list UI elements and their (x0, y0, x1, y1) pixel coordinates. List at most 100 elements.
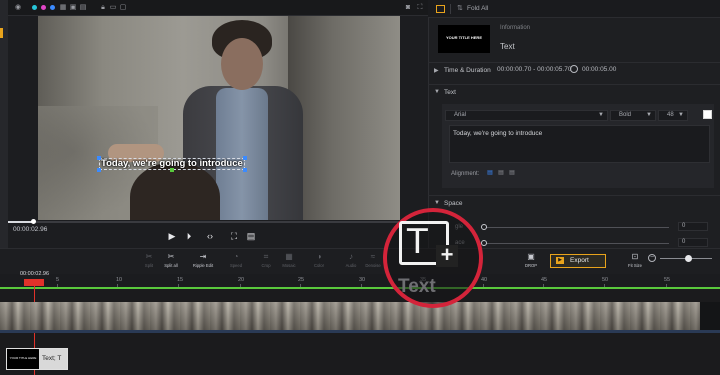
work-area-bar[interactable] (0, 287, 720, 289)
scissors-icon: ✂ (167, 252, 175, 261)
section-space[interactable]: ▼ Space (428, 195, 720, 209)
ruler-label: 40 (481, 277, 488, 283)
cyan-dot-icon[interactable] (32, 5, 37, 10)
ratio-icon[interactable]: ▭ (109, 4, 117, 12)
magenta-dot-icon[interactable] (41, 5, 46, 10)
play-icon[interactable]: ▶ (166, 231, 178, 242)
angle-slider[interactable] (484, 227, 669, 228)
background-window (288, 16, 400, 220)
preview-scrubber[interactable] (8, 221, 428, 223)
scrubber-knob[interactable] (31, 219, 36, 224)
space-slider[interactable] (484, 243, 669, 244)
weight-select[interactable]: Bold ▼ (610, 110, 656, 121)
weight-value: Bold (619, 112, 632, 118)
resize-handle[interactable] (97, 168, 101, 172)
video-frame[interactable] (38, 16, 400, 220)
drop-icon: ▣ (527, 252, 535, 261)
presenter-head (221, 38, 263, 90)
split-all-button[interactable]: ✂ Split all (160, 252, 182, 268)
space-input[interactable]: 0 (678, 238, 708, 247)
panel-toggle-icon[interactable] (436, 5, 445, 13)
audio-track[interactable] (0, 330, 720, 333)
angle-slider-knob[interactable] (481, 224, 487, 230)
font-color-swatch[interactable] (703, 110, 712, 119)
time-range: 00:00:00.70 - 00:00:05.70 (497, 66, 572, 73)
alignment-label: Alignment: (451, 171, 480, 177)
fit-icon[interactable]: ▢ (119, 4, 127, 12)
ruler-label: 30 (359, 277, 366, 283)
blue-dot-icon[interactable] (50, 5, 55, 10)
text-clip-thumbnail-text: YOUR TITLE HERE (9, 356, 37, 360)
mosaic-button[interactable]: ▦ Mosaic (278, 252, 300, 268)
snapshot-icon[interactable]: ◙ (404, 4, 412, 12)
text-clip-label: Text; T (42, 355, 62, 362)
space-slider-knob[interactable] (481, 240, 487, 246)
plus-icon: + (436, 244, 458, 267)
font-size-value: 48 (667, 112, 674, 118)
ripple-edit-icon: ⇥ (199, 252, 207, 261)
drop-button[interactable]: ▣ DROP (520, 252, 542, 268)
chevron-right-icon: ▶ (434, 68, 439, 74)
fit-size-button[interactable]: ⊡ Fit Size (624, 252, 646, 268)
font-value: Arial (454, 112, 467, 118)
resize-handle[interactable] (243, 156, 247, 160)
font-size-select[interactable]: 48 ▼ (658, 110, 688, 121)
guides-icon[interactable]: ▤ (79, 4, 87, 12)
tool-label: Audio (345, 263, 357, 268)
split-button[interactable]: ✂ Split (138, 252, 160, 268)
lock-icon[interactable]: 🔒︎ (99, 4, 107, 12)
resize-handle[interactable] (243, 168, 247, 172)
zoom-out-icon[interactable]: − (648, 254, 656, 262)
align-center-icon[interactable]: ▤ (497, 170, 505, 177)
audio-button[interactable]: ♪ Audio (340, 252, 362, 268)
presenter-shirt (216, 88, 268, 220)
preview-timecode: 00:00:02.96 (13, 226, 48, 233)
angle-input[interactable]: 0 (678, 222, 708, 231)
section-text[interactable]: ▼ Text (428, 84, 720, 98)
ruler-label: 25 (298, 277, 305, 283)
audio-icon: ♪ (349, 252, 353, 261)
tool-label: Fit Size (628, 263, 642, 268)
chevron-down-icon: ▼ (598, 112, 604, 118)
grid-icon[interactable]: ▦ (59, 4, 67, 12)
ruler-label: 5 (56, 277, 60, 283)
ruler-label: 10 (116, 277, 123, 283)
crop-button[interactable]: ⌗ Crop (255, 252, 277, 268)
rotate-handle[interactable] (170, 168, 174, 172)
resize-handle[interactable] (97, 156, 101, 160)
fold-icon[interactable]: ⇅ (457, 4, 463, 12)
ruler-label: 55 (664, 277, 671, 283)
ruler-label: 20 (238, 277, 245, 283)
duration-value: 00:00:05.00 (582, 66, 617, 73)
font-select[interactable]: Arial ▼ (445, 110, 608, 121)
tool-label: Mosaic (282, 263, 296, 268)
ruler-label: 45 (541, 277, 548, 283)
ripple-edit-button[interactable]: ⇥ Ripple Edit (192, 252, 214, 268)
chevron-down-icon: ▼ (646, 112, 652, 118)
play-selection-icon[interactable]: ⏵ (183, 231, 195, 242)
tool-label: Crop (261, 263, 271, 268)
text-content-input[interactable]: Today, we're going to introduce (449, 125, 710, 163)
fold-all-button[interactable]: Fold All (467, 5, 488, 12)
rss-icon[interactable]: ◉ (14, 4, 22, 12)
speed-button[interactable]: ◔ Speed (225, 252, 247, 268)
section-title: Space (444, 200, 463, 207)
zoom-slider-knob[interactable] (685, 255, 692, 262)
tool-label: DROP (524, 263, 538, 268)
prev-next-frame-icon[interactable]: ‹› (201, 231, 219, 242)
screenshot-icon[interactable]: ▤ (245, 231, 257, 242)
safe-zone-icon[interactable]: ▣ (69, 4, 77, 12)
color-button[interactable]: ◑ Color (308, 252, 330, 268)
crop-icon: ⌗ (263, 252, 269, 261)
align-left-icon[interactable]: ▤ (486, 170, 494, 177)
video-clip-shading (0, 302, 700, 330)
fullscreen-icon[interactable]: ⛶ (416, 4, 424, 12)
crop-frame-icon[interactable]: ⛶ (228, 231, 240, 242)
align-right-icon[interactable]: ▤ (508, 170, 516, 177)
chevron-down-icon: ▼ (434, 200, 440, 206)
denoise-button[interactable]: ≈ Denoise (362, 252, 384, 268)
fit-size-icon: ⊡ (631, 252, 639, 261)
tool-label: Color (313, 263, 324, 268)
playhead-handle[interactable] (24, 279, 44, 286)
information-label: Information (500, 25, 531, 31)
